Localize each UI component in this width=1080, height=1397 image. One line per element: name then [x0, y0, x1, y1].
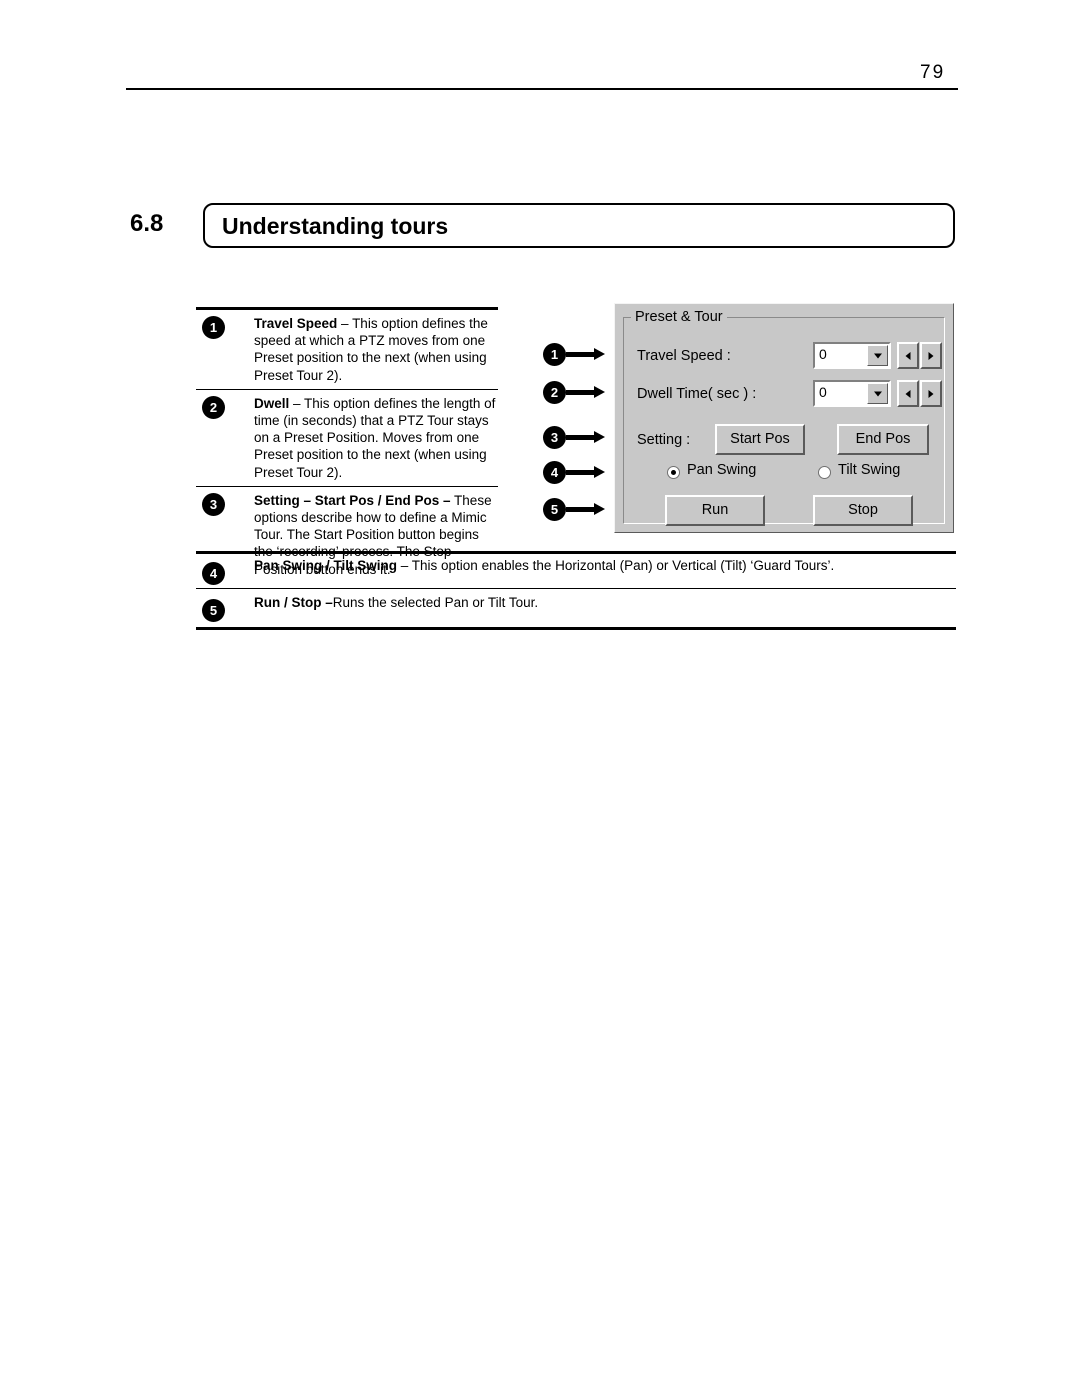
callout-3: 3: [543, 426, 566, 449]
legend-text-5: Runs the selected Pan or Tilt Tour.: [332, 595, 539, 610]
travel-speed-decrement-button[interactable]: [897, 342, 919, 369]
section-number: 6.8: [130, 210, 164, 237]
legend-bottom-rule: [196, 627, 956, 630]
legend-rule-3: [196, 551, 956, 554]
legend-column: 1 Travel Speed – This option defines the…: [196, 307, 498, 583]
travel-speed-increment-button[interactable]: [920, 342, 942, 369]
list-item: 4 Pan Swing / Tilt Swing – This option e…: [196, 557, 956, 585]
legend-term-3: Setting – Start Pos / End Pos –: [254, 492, 451, 508]
stop-button[interactable]: Stop: [813, 495, 913, 526]
end-pos-button[interactable]: End Pos: [837, 424, 929, 455]
dwell-time-combo[interactable]: 0: [813, 380, 891, 407]
callout-5: 5: [543, 498, 566, 521]
callout-arrow-3: [566, 431, 606, 443]
page-title: Understanding tours: [222, 213, 449, 239]
callout-2: 2: [543, 381, 566, 404]
dwell-time-value: 0: [819, 384, 827, 400]
section-title-box: Understanding tours: [203, 203, 955, 248]
groupbox-title: Preset & Tour: [631, 309, 727, 325]
list-item: 2 Dwell – This option defines the length…: [196, 390, 498, 486]
travel-speed-value: 0: [819, 346, 827, 362]
header-divider: [126, 88, 958, 90]
legend-marker-4: 4: [202, 562, 225, 585]
page-number: 79: [920, 62, 946, 83]
callout-arrow-1: [566, 348, 606, 360]
legend-term-1: Travel Speed: [254, 316, 338, 331]
preset-tour-dialog: Preset & Tour Travel Speed : 0 Dwell Tim…: [614, 303, 954, 533]
travel-speed-label: Travel Speed :: [637, 348, 731, 364]
pan-swing-radio[interactable]: [667, 466, 680, 479]
legend-marker-1: 1: [202, 316, 225, 339]
chevron-down-icon[interactable]: [867, 345, 888, 366]
legend-text-4: – This option enables the Horizontal (Pa…: [397, 558, 835, 573]
callout-arrow-2: [566, 386, 606, 398]
dwell-time-decrement-button[interactable]: [897, 380, 919, 407]
run-label: Run: [701, 502, 729, 518]
tilt-swing-label: Tilt Swing: [838, 462, 901, 478]
legend-marker-3: 3: [202, 492, 225, 516]
end-pos-label: End Pos: [855, 431, 911, 447]
pan-swing-label: Pan Swing: [687, 462, 757, 478]
dwell-time-increment-button[interactable]: [920, 380, 942, 407]
legend-text-2: – This option defines the length of time…: [254, 395, 496, 480]
chevron-down-icon[interactable]: [867, 383, 888, 404]
stop-label: Stop: [848, 502, 878, 518]
callout-arrow-5: [566, 503, 606, 515]
legend-rule-4: [196, 588, 956, 589]
travel-speed-combo[interactable]: 0: [813, 342, 891, 369]
dwell-time-label: Dwell Time( sec ) :: [637, 386, 757, 402]
legend-marker-5: 5: [202, 599, 225, 622]
callout-1: 1: [543, 343, 566, 366]
start-pos-label: Start Pos: [730, 431, 790, 447]
legend-marker-2: 2: [202, 395, 225, 419]
legend-term-5: Run / Stop –: [254, 595, 333, 610]
run-button[interactable]: Run: [665, 495, 765, 526]
legend-term-2: Dwell: [254, 395, 290, 411]
start-pos-button[interactable]: Start Pos: [715, 424, 805, 455]
callout-arrow-4: [566, 466, 606, 478]
legend-term-4: Pan Swing / Tilt Swing: [254, 558, 398, 573]
setting-label: Setting :: [637, 432, 691, 448]
list-item: 1 Travel Speed – This option defines the…: [196, 310, 498, 389]
tilt-swing-radio[interactable]: [818, 466, 831, 479]
list-item: 5 Run / Stop –Runs the selected Pan or T…: [196, 594, 956, 622]
callout-4: 4: [543, 461, 566, 484]
